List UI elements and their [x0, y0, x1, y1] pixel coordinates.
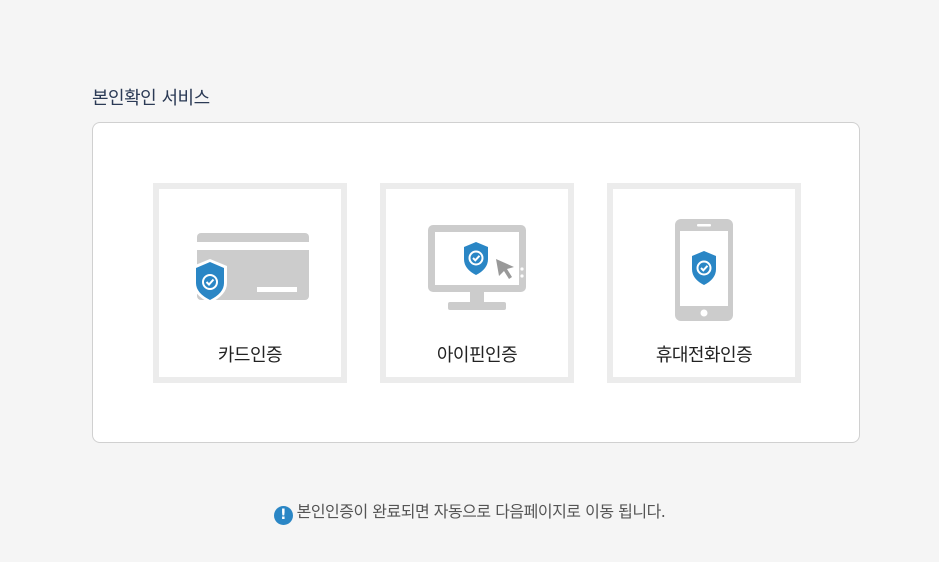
page-title: 본인확인 서비스 — [92, 88, 210, 109]
card-auth-label: 카드인증 — [217, 345, 283, 366]
phone-shield-icon — [675, 219, 733, 321]
ipin-auth-label: 아이핀인증 — [436, 345, 518, 366]
exclamation-icon: ! — [273, 506, 293, 525]
card-auth-button[interactable]: 카드인증 — [153, 183, 347, 383]
redirect-notice: ! 본인인증이 완료되면 자동으로 다음페이지로 이동 됩니다. — [0, 498, 939, 525]
monitor-shield-icon — [428, 225, 526, 310]
card-shield-icon — [193, 233, 309, 303]
notice-text: 본인인증이 완료되면 자동으로 다음페이지로 이동 됩니다. — [296, 502, 666, 521]
phone-auth-label: 휴대전화인증 — [655, 345, 753, 366]
ipin-auth-button[interactable]: 아이핀인증 — [380, 183, 574, 383]
phone-auth-button[interactable]: 휴대전화인증 — [607, 183, 801, 383]
auth-method-panel: 카드인증 아이핀인증 휴대전화인증 — [92, 122, 860, 443]
